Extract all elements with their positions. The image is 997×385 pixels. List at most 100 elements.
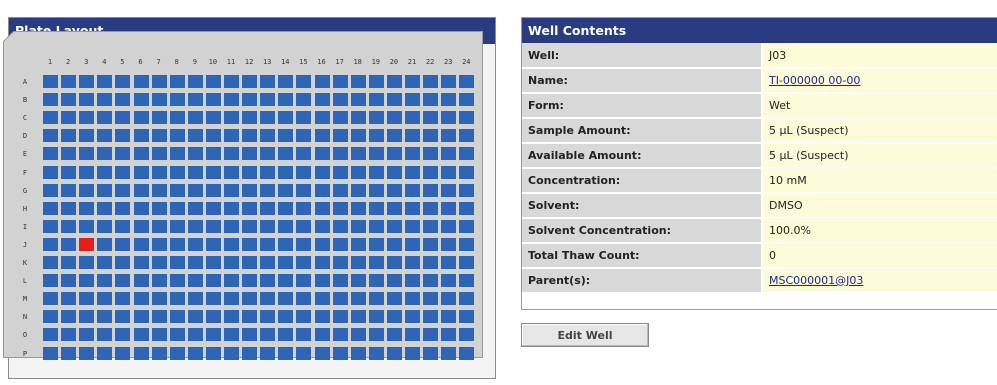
well[interactable]: [115, 310, 131, 324]
well[interactable]: [205, 147, 221, 161]
well[interactable]: [314, 237, 330, 251]
well[interactable]: [242, 328, 258, 342]
well[interactable]: [169, 75, 185, 88]
well[interactable]: [296, 165, 312, 179]
well[interactable]: [242, 219, 258, 233]
well[interactable]: [151, 346, 167, 360]
well[interactable]: [61, 328, 77, 342]
well[interactable]: [350, 111, 366, 125]
well[interactable]: [368, 201, 384, 215]
well[interactable]: [224, 93, 239, 107]
well[interactable]: [97, 274, 113, 288]
well[interactable]: [350, 256, 366, 269]
well[interactable]: [423, 346, 439, 360]
well[interactable]: [296, 129, 312, 143]
well[interactable]: [205, 274, 221, 288]
well[interactable]: [296, 292, 312, 306]
well[interactable]: [386, 165, 402, 179]
well[interactable]: [224, 75, 239, 88]
well[interactable]: [314, 219, 330, 233]
well[interactable]: [405, 256, 420, 269]
well[interactable]: [205, 237, 221, 251]
well[interactable]: [459, 147, 475, 161]
well[interactable]: [368, 346, 384, 360]
well[interactable]: [187, 111, 203, 125]
well[interactable]: [187, 201, 203, 215]
well[interactable]: [133, 256, 149, 269]
well[interactable]: [405, 219, 420, 233]
well[interactable]: [169, 147, 185, 161]
well[interactable]: [43, 147, 58, 161]
well[interactable]: [368, 183, 384, 197]
well[interactable]: [441, 129, 457, 143]
well[interactable]: [151, 75, 167, 88]
well[interactable]: [43, 310, 58, 324]
well[interactable]: [260, 292, 276, 306]
well[interactable]: [278, 111, 294, 125]
well[interactable]: [79, 292, 95, 306]
well[interactable]: [459, 75, 475, 88]
well[interactable]: [242, 256, 258, 269]
well[interactable]: [423, 75, 439, 88]
well[interactable]: [97, 292, 113, 306]
well[interactable]: [405, 75, 420, 88]
well[interactable]: [441, 219, 457, 233]
well[interactable]: [187, 310, 203, 324]
well[interactable]: [314, 201, 330, 215]
well[interactable]: [133, 165, 149, 179]
well[interactable]: [151, 310, 167, 324]
well[interactable]: [133, 292, 149, 306]
well[interactable]: [79, 310, 95, 324]
well[interactable]: [151, 183, 167, 197]
well[interactable]: [169, 328, 185, 342]
well[interactable]: [97, 129, 113, 143]
well[interactable]: [332, 129, 348, 143]
well[interactable]: [441, 111, 457, 125]
well[interactable]: [368, 75, 384, 88]
well[interactable]: [260, 129, 276, 143]
well[interactable]: [278, 75, 294, 88]
well[interactable]: [187, 346, 203, 360]
well[interactable]: [224, 256, 239, 269]
well[interactable]: [97, 201, 113, 215]
well[interactable]: [423, 219, 439, 233]
well[interactable]: [115, 165, 131, 179]
well[interactable]: [97, 75, 113, 88]
well[interactable]: [151, 219, 167, 233]
well[interactable]: [332, 292, 348, 306]
well[interactable]: [260, 93, 276, 107]
well[interactable]: [115, 111, 131, 125]
well[interactable]: [151, 111, 167, 125]
well[interactable]: [332, 147, 348, 161]
well[interactable]: [423, 183, 439, 197]
well[interactable]: [242, 274, 258, 288]
well[interactable]: [423, 111, 439, 125]
well[interactable]: [169, 310, 185, 324]
well[interactable]: [205, 165, 221, 179]
well[interactable]: [43, 328, 58, 342]
well[interactable]: [332, 165, 348, 179]
well[interactable]: [97, 256, 113, 269]
well[interactable]: [224, 346, 239, 360]
well[interactable]: [61, 237, 77, 251]
well[interactable]: [459, 183, 475, 197]
well[interactable]: [332, 274, 348, 288]
well[interactable]: [350, 165, 366, 179]
well[interactable]: [459, 165, 475, 179]
well[interactable]: [278, 93, 294, 107]
well[interactable]: [405, 346, 420, 360]
well[interactable]: [115, 346, 131, 360]
well[interactable]: [187, 183, 203, 197]
well[interactable]: [242, 237, 258, 251]
well[interactable]: [423, 256, 439, 269]
well[interactable]: [242, 147, 258, 161]
well[interactable]: [260, 237, 276, 251]
well[interactable]: [224, 310, 239, 324]
well[interactable]: [187, 237, 203, 251]
well[interactable]: [115, 147, 131, 161]
property-value-link[interactable]: MSC000001@J03: [769, 274, 863, 287]
well[interactable]: [278, 328, 294, 342]
well[interactable]: [332, 256, 348, 269]
well[interactable]: [296, 256, 312, 269]
well[interactable]: [43, 165, 58, 179]
